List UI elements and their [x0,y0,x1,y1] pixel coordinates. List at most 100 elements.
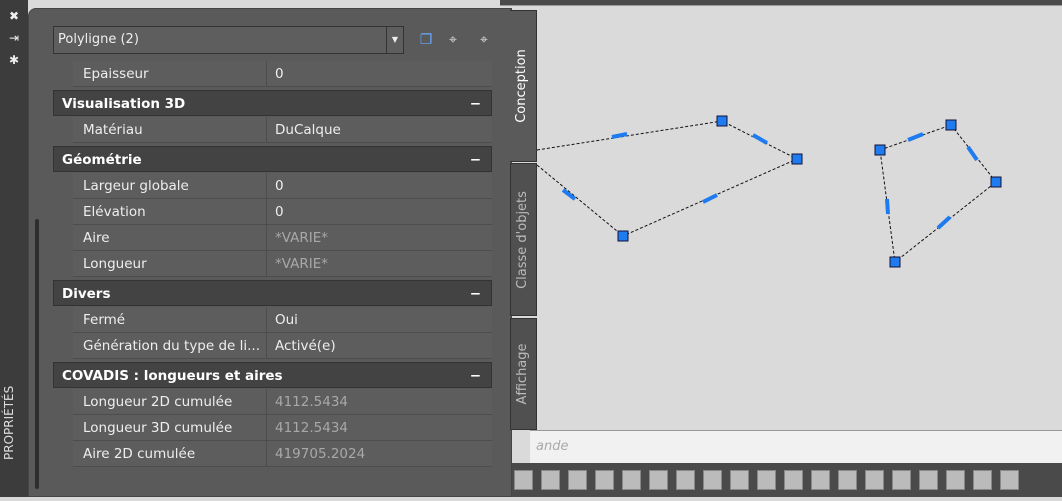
section-title: Géométrie [62,152,142,168]
section-header[interactable]: Géométrie − [53,146,492,172]
collapse-icon[interactable]: − [470,147,481,173]
midgrip [752,133,768,145]
toolbar-button[interactable] [946,470,965,490]
property-value: 419705.2024 [275,446,366,462]
midgrip [936,215,952,230]
property-label: Aire 2D cumulée [73,441,267,466]
toolbar-button[interactable] [892,470,911,490]
property-value: *VARIE* [275,230,328,246]
property-value: *VARIE* [275,256,328,272]
midgrip [702,193,718,204]
property-label: Epaisseur [73,61,267,86]
grip [716,115,728,127]
property-row[interactable]: Elévation 0 [73,199,492,225]
pick-objects-icon[interactable]: ⌖ [444,31,462,49]
property-row[interactable]: Matériau DuCalque [73,117,492,143]
property-label: Fermé [73,307,267,332]
property-row: Longueur *VARIE* [73,251,492,277]
collapse-icon[interactable]: − [470,281,481,307]
tab-classe-objets[interactable]: Classe d'objets [510,163,537,316]
tab-conception[interactable]: Conception [510,10,537,162]
toolbar-button[interactable] [784,470,803,490]
property-row: Aire 2D cumulée 419705.2024 [73,441,492,467]
property-label: Longueur 3D cumulée [73,415,267,440]
midgrip [611,132,628,139]
settings-icon[interactable]: ✱ [0,50,28,70]
object-type-select[interactable]: Polyligne (2) ▼ [53,26,404,54]
quick-select-icon[interactable]: ⌖ [475,31,493,49]
chevron-down-icon[interactable]: ▼ [386,27,403,53]
property-row: Longueur 2D cumulée 4112.5434 [73,389,492,415]
grip [889,256,901,268]
property-row: Longueur 3D cumulée 4112.5434 [73,415,492,441]
toolbar-button[interactable] [865,470,884,490]
midgrip [885,198,890,215]
property-label: Longueur [73,251,267,276]
property-label: Génération du type de li... [73,333,267,358]
toolbar-button[interactable] [919,470,938,490]
grip [945,119,957,131]
toolbar-button[interactable] [811,470,830,490]
property-row[interactable]: Largeur globale 0 [73,173,492,199]
section-header[interactable]: Divers − [53,280,492,306]
property-value: 4112.5434 [275,420,349,436]
section-header[interactable]: COVADIS : longueurs et aires − [53,362,492,388]
toolbar-button[interactable] [730,470,749,490]
property-row[interactable]: Génération du type de li... Activé(e) [73,333,492,359]
property-value[interactable]: Activé(e) [267,333,336,358]
toolbar-button[interactable] [973,470,992,490]
property-grid: Epaisseur 0 Visualisation 3D − Matériau DuC… [53,61,492,467]
toolbar-button[interactable] [595,470,614,490]
property-row[interactable]: Epaisseur 0 [73,61,492,87]
section-title: Visualisation 3D [62,96,186,112]
tab-label: Conception [514,49,529,123]
scrollbar[interactable] [35,219,39,489]
tab-label: Affichage [515,343,530,405]
toolbar-button[interactable] [649,470,668,490]
toolbar-button[interactable] [757,470,776,490]
toolbar-button[interactable] [676,470,695,490]
palette-strip: ✖ ⇥ ✱ PROPRIÉTÉS [0,0,28,497]
property-value[interactable]: 0 [267,61,284,86]
bottom-toolbar [500,463,1062,497]
grip [874,144,886,156]
property-value[interactable]: 0 [267,173,284,198]
toolbar-button[interactable] [568,470,587,490]
property-label: Largeur globale [73,173,267,198]
polyline-2 [879,124,997,263]
toolbar-button[interactable] [703,470,722,490]
ribbon-edge [500,0,1062,6]
command-placeholder: ande [536,439,569,454]
grip [617,230,629,242]
property-row[interactable]: Fermé Oui [73,307,492,333]
tab-label: Classe d'objets [515,190,530,289]
section-title: Divers [62,286,111,302]
toolbar-button[interactable] [1000,470,1019,490]
property-value[interactable]: DuCalque [267,117,341,142]
property-value: 4112.5434 [275,394,349,410]
toolbar-button[interactable] [838,470,857,490]
toolbar-button[interactable] [514,470,533,490]
palette-title: PROPRIÉTÉS [2,385,16,460]
collapse-icon[interactable]: − [470,363,481,389]
toolbar-button[interactable] [622,470,641,490]
grip [990,176,1002,188]
command-line[interactable]: ande [530,430,1062,463]
midgrip [966,145,979,162]
close-icon[interactable]: ✖ [0,6,28,26]
tab-affichage[interactable]: Affichage [510,318,537,430]
toolbar-button[interactable] [541,470,560,490]
section-title: COVADIS : longueurs et aires [62,368,283,384]
collapse-icon[interactable]: − [470,91,481,117]
add-selection-icon[interactable]: ❐ [417,31,435,49]
property-label: Aire [73,225,267,250]
property-label: Matériau [73,117,267,142]
grip [791,153,803,165]
select-value: Polyligne (2) [58,32,139,47]
property-label: Longueur 2D cumulée [73,389,267,414]
property-value[interactable]: Oui [267,307,298,332]
section-header[interactable]: Visualisation 3D − [53,90,492,116]
property-label: Elévation [73,199,267,224]
autohide-icon[interactable]: ⇥ [0,28,28,48]
property-value[interactable]: 0 [267,199,284,224]
